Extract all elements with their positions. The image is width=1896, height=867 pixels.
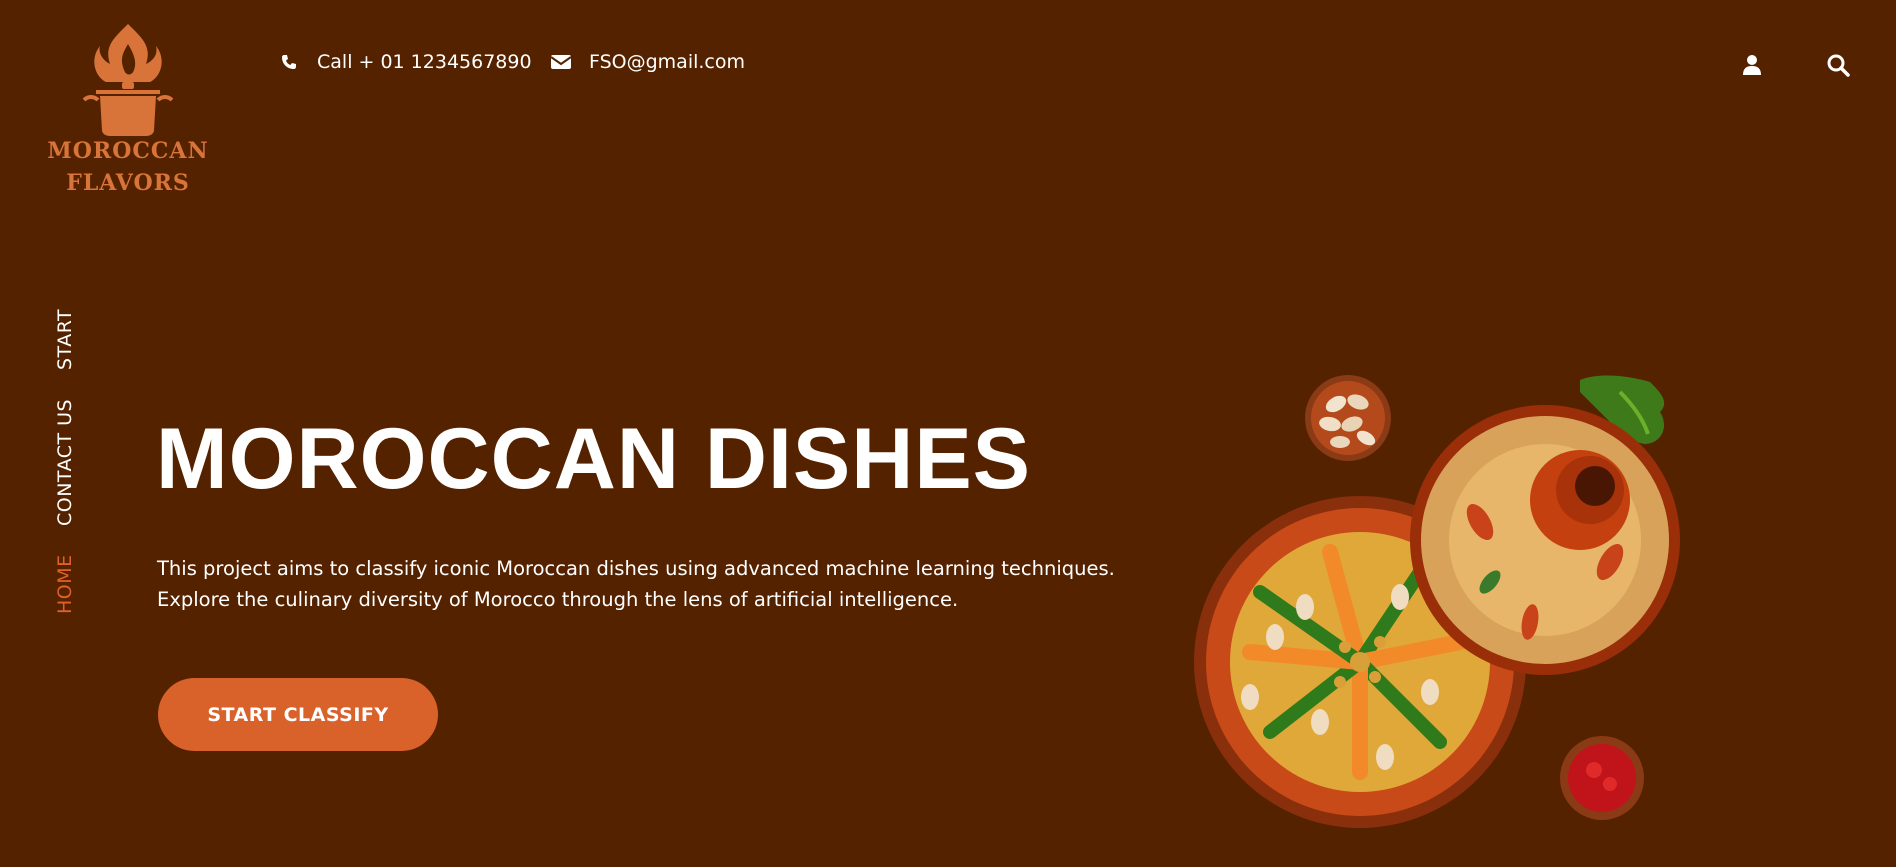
envelope-icon [550,51,572,73]
brand-name-line1: MOROCCAN [47,138,209,164]
search-button[interactable] [1826,53,1850,77]
contact-email[interactable]: FSO@gmail.com [550,51,745,73]
nav-item-home[interactable]: HOME [54,554,76,614]
brand-name-line2: FLAVORS [66,170,190,196]
contact-phone[interactable]: Call + 01 1234567890 [278,51,532,73]
phone-number: Call + 01 1234567890 [317,51,532,73]
start-classify-button[interactable]: START CLASSIFY [158,678,438,751]
hero-title: MOROCCAN DISHES [156,411,1032,507]
hero-description-line1: This project aims to classify iconic Mor… [157,557,1115,580]
hero-description: This project aims to classify iconic Mor… [157,553,1137,615]
email-address: FSO@gmail.com [589,51,745,73]
phone-icon [278,51,300,73]
flame-pot-icon [82,24,174,136]
almond-bowl [1305,375,1391,461]
harissa-bowl [1560,736,1644,820]
user-button[interactable] [1740,53,1764,77]
tagine-lid [1410,405,1680,675]
tagine-dish-image [1194,375,1680,828]
hero-description-line2: Explore the culinary diversity of Morocc… [157,588,959,611]
nav-item-contact-us[interactable]: CONTACT US [54,399,76,526]
brand-logo[interactable]: MOROCCAN FLAVORS [44,20,212,200]
user-icon [1743,55,1761,75]
nav-item-start[interactable]: START [54,309,76,370]
search-icon [1827,54,1850,77]
